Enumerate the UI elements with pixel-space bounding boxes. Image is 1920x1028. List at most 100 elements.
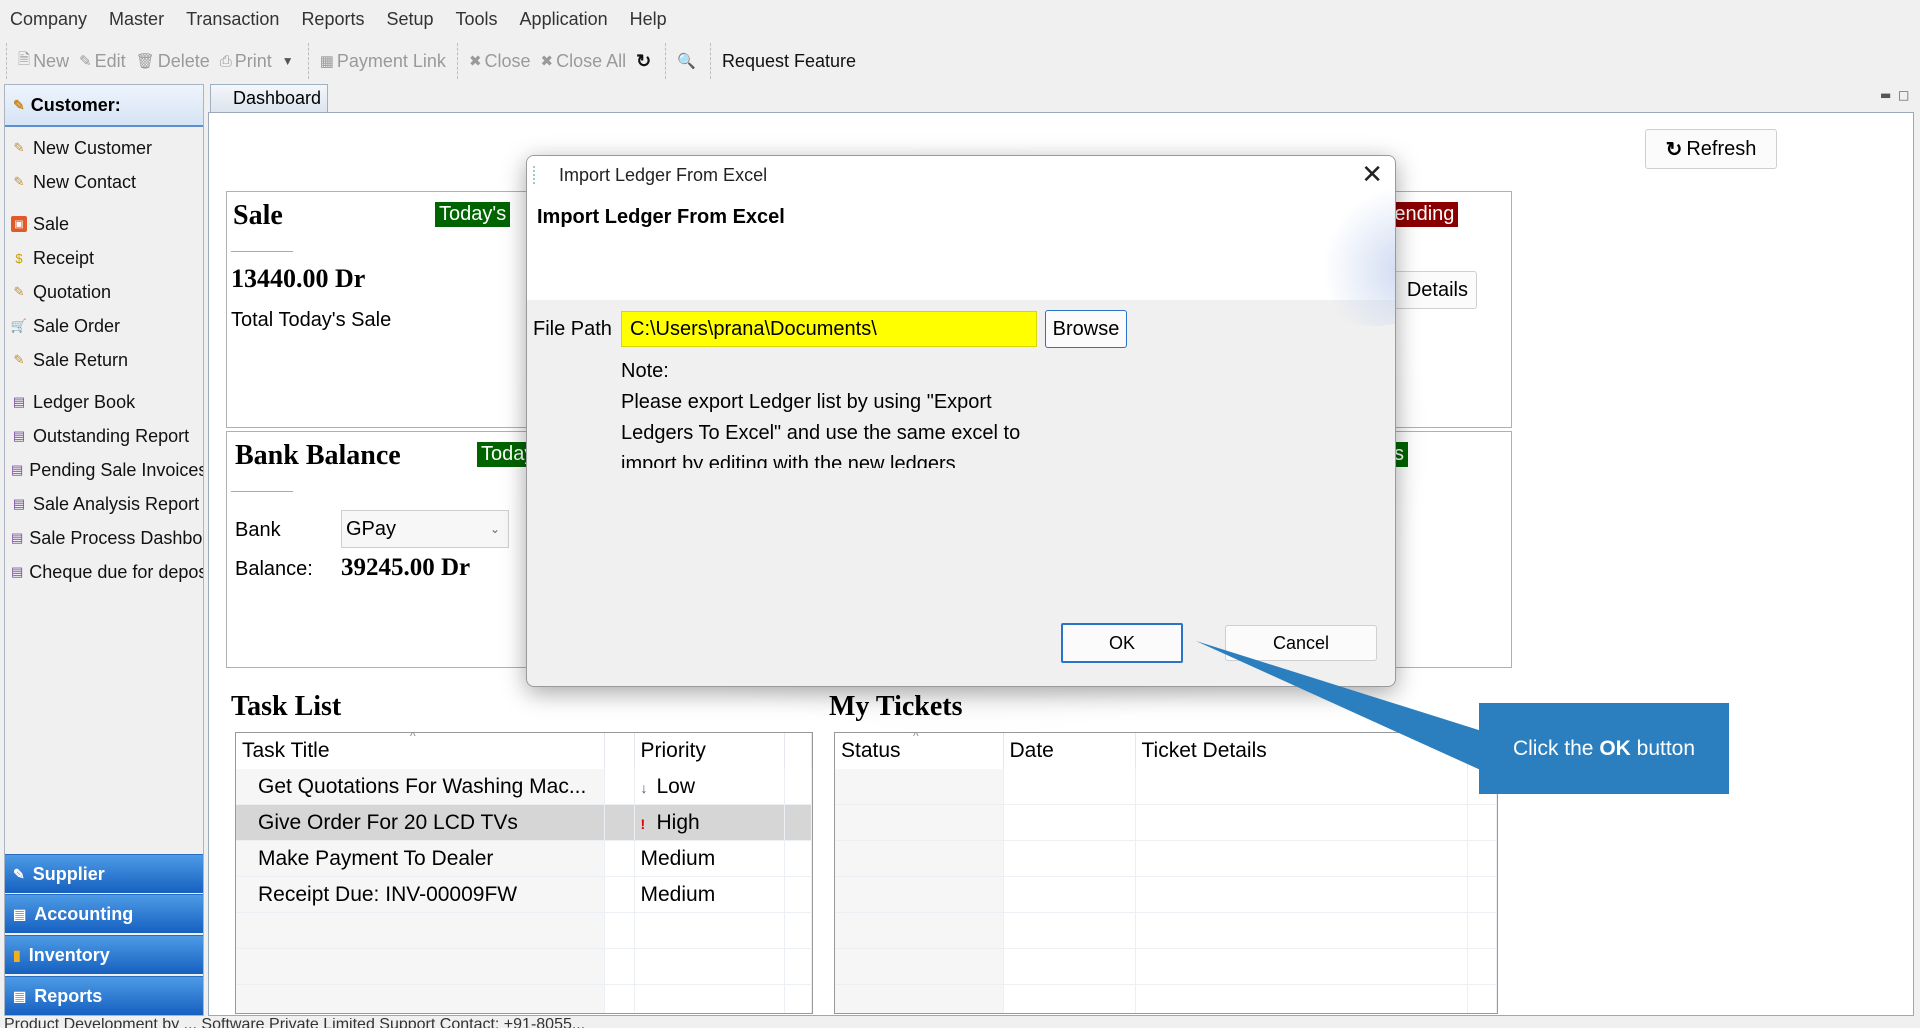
sidebar-item-cheque-due[interactable]: ▤ Cheque due for deposit [5, 555, 203, 589]
priority-cell: ! High [634, 804, 785, 841]
tab-strip: Dashboard [208, 84, 1920, 112]
close-all-icon: ✖ [540, 53, 554, 70]
user-edit-icon: ✎ [13, 352, 25, 367]
empty-row [236, 984, 812, 1013]
refresh-icon: ↻ [1665, 138, 1683, 161]
balance-value: 39245.00 Dr [341, 554, 471, 581]
browse-button[interactable]: Browse [1045, 310, 1127, 348]
file-path-input[interactable] [621, 311, 1037, 347]
report-icon: ▤ [12, 496, 26, 511]
menu-bar: Company Master Transaction Reports Setup… [0, 0, 1920, 38]
delete-icon: 🗑 [135, 53, 155, 70]
new-button[interactable]: 🗎 New [13, 49, 74, 74]
inventory-icon: ▮ [13, 946, 21, 963]
sidebar-category-reports[interactable]: ▤ Reports [5, 976, 203, 1015]
empty-row [835, 984, 1497, 1013]
tickets-grid: Status ^ Date Ticket Details [834, 732, 1498, 1014]
menu-master[interactable]: Master [99, 9, 176, 30]
report-icon: ▤ [13, 987, 27, 1004]
sidebar-item-outstanding-report[interactable]: ▤ Outstanding Report [5, 419, 203, 453]
search-icon: 🔍 [677, 53, 696, 70]
refresh-button[interactable]: ↻ Refresh [1645, 129, 1777, 169]
divider [231, 251, 293, 252]
sort-asc-icon: ^ [913, 732, 919, 743]
column-header-priority[interactable]: Priority [634, 733, 785, 769]
close-all-button[interactable]: ✖ Close All [536, 51, 632, 72]
column-header-status[interactable]: Status ^ [835, 732, 1004, 769]
sidebar-category-accounting[interactable]: ▤ Accounting [5, 894, 203, 933]
menu-help[interactable]: Help [620, 9, 679, 30]
sidebar-item-sale[interactable]: ▣ Sale [5, 207, 203, 241]
close-button[interactable]: ✖ Close [464, 51, 536, 72]
edit-button[interactable]: ✎ Edit [74, 51, 131, 72]
task-list-grid: Task Title ^ Priority Get Quotations For … [235, 732, 813, 1014]
dialog-header-title: Import Ledger From Excel [537, 206, 785, 228]
request-feature-button[interactable]: Request Feature [717, 51, 861, 72]
ok-button[interactable]: OK [1061, 623, 1183, 663]
report-icon: ▤ [12, 394, 26, 409]
task-title-cell: Receipt Due: INV-00009FW [236, 876, 605, 913]
column-header-task-title[interactable]: Task Title ^ [236, 732, 605, 769]
empty-row [835, 804, 1497, 841]
menu-reports[interactable]: Reports [291, 9, 376, 30]
column-header-ticket-details[interactable]: Ticket Details [1135, 733, 1468, 769]
instruction-callout: Click the OK button [1479, 703, 1729, 794]
sidebar-item-quotation[interactable]: ✎ Quotation [5, 275, 203, 309]
minimize-icon[interactable]: ▬ [1880, 88, 1891, 102]
task-title-cell: Make Payment To Dealer [236, 840, 605, 877]
column-header-date[interactable]: Date [1003, 733, 1136, 769]
sidebar-header[interactable]: ✎ Customer: [5, 85, 203, 127]
sort-asc-icon: ^ [410, 732, 416, 743]
maximize-icon[interactable]: □ [1898, 88, 1909, 102]
print-button[interactable]: ⎙ Print [215, 51, 277, 72]
priority-cell: ↓ Low [634, 769, 785, 805]
dialog-header: Import Ledger From Excel [527, 186, 1395, 326]
menu-tools[interactable]: Tools [446, 9, 510, 30]
sidebar-category-inventory[interactable]: ▮ Inventory [5, 935, 203, 974]
sidebar-item-ledger-book[interactable]: ▤ Ledger Book [5, 385, 203, 419]
table-row[interactable]: Make Payment To Dealer Medium [236, 840, 812, 877]
sidebar-item-sale-order[interactable]: 🛒 Sale Order [5, 309, 203, 343]
payment-link-button[interactable]: ▦ Payment Link [315, 51, 451, 72]
payment-link-icon: ▦ [319, 53, 334, 70]
sale-value: 13440.00 Dr [231, 264, 366, 293]
menu-application[interactable]: Application [510, 9, 620, 30]
sidebar-item-sale-process-dashboard[interactable]: ▤Sale Process Dashboard [5, 521, 203, 555]
table-row-selected[interactable]: Give Order For 20 LCD TVs ! High [236, 804, 812, 841]
menu-setup[interactable]: Setup [376, 9, 445, 30]
sidebar-item-pending-sale-invoices[interactable]: ▤ Pending Sale Invoices [5, 453, 203, 487]
delete-button[interactable]: 🗑 Delete [131, 51, 215, 72]
table-row[interactable]: Get Quotations For Washing Mac... ↓ Low [236, 769, 812, 805]
sidebar-item-receipt[interactable]: $ Receipt [5, 241, 203, 275]
dialog-window-title: Import Ledger From Excel [559, 165, 768, 185]
dialog-titlebar[interactable]: Import Ledger From Excel ✕ [527, 156, 1395, 196]
report-icon: ▤ [13, 905, 27, 922]
priority-cell: Medium [634, 840, 785, 877]
empty-row [835, 948, 1497, 985]
chevron-down-icon: ⌄ [489, 522, 500, 536]
receipt-icon: $ [15, 250, 23, 266]
report-icon: ▤ [11, 462, 24, 477]
cancel-button[interactable]: Cancel [1225, 625, 1377, 661]
tab-dashboard[interactable]: Dashboard [210, 84, 329, 112]
menu-company[interactable]: Company [0, 9, 99, 30]
report-icon: ▤ [11, 564, 24, 579]
cart-icon: ▣ [11, 216, 27, 232]
sidebar-item-sale-return[interactable]: ✎ Sale Return [5, 343, 203, 377]
sidebar-category-supplier[interactable]: ✎ Supplier [5, 854, 203, 893]
user-edit-icon: ✎ [13, 284, 25, 299]
sidebar-item-new-contact[interactable]: ✎ New Contact [5, 165, 203, 199]
bank-select[interactable]: GPay ⌄ [341, 510, 509, 548]
dropdown-arrow-icon: ▼ [281, 54, 294, 68]
sidebar: ✎ Customer: ✎ New Customer ✎ New Contact ▣… [4, 84, 204, 1016]
header-decoration [1295, 186, 1395, 326]
refresh-toolbar-button[interactable]: ↻ [631, 51, 659, 72]
menu-transaction[interactable]: Transaction [176, 9, 291, 30]
sidebar-item-sale-analysis-report[interactable]: ▤ Sale Analysis Report [5, 487, 203, 521]
print-dropdown[interactable]: ▼ [277, 54, 302, 68]
edit-icon: ✎ [79, 53, 92, 70]
sidebar-item-new-customer[interactable]: ✎ New Customer [5, 131, 203, 165]
table-row[interactable]: Receipt Due: INV-00009FW Medium [236, 876, 812, 913]
column-header-filler [784, 733, 812, 769]
search-button[interactable]: 🔍 [672, 52, 704, 70]
